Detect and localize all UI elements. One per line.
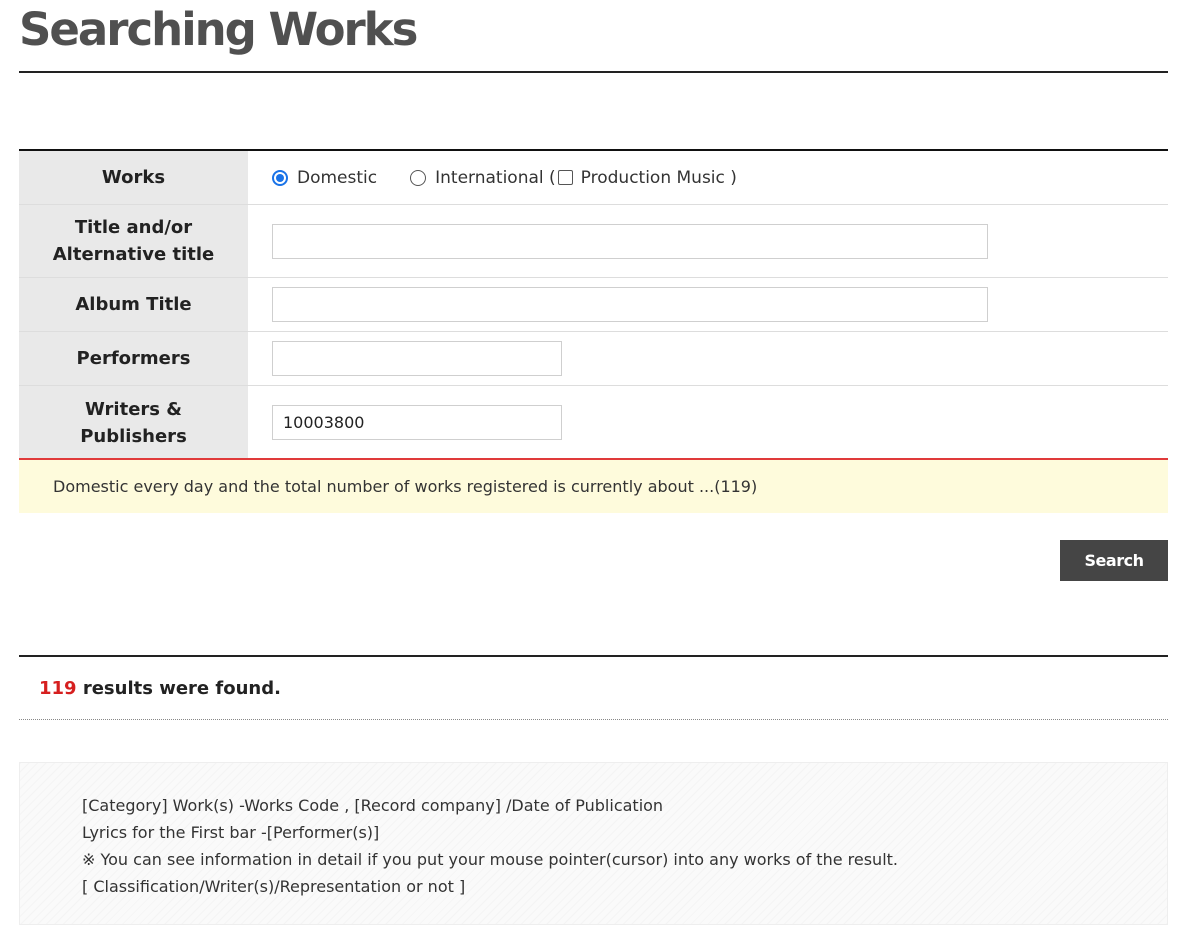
works-radio-group: Domestic International ( Production Musi… <box>272 168 737 188</box>
title-row: Title and/or Alternative title <box>19 205 1168 278</box>
results-divider <box>19 655 1168 657</box>
legend-line: [ Classification/Writer(s)/Representatio… <box>82 877 466 896</box>
legend-box: [Category] Work(s) -Works Code , [Record… <box>19 762 1168 925</box>
works-label: Works <box>19 151 248 204</box>
title-input[interactable] <box>272 223 988 259</box>
legend-line: [Category] Work(s) -Works Code , [Record… <box>82 796 664 815</box>
international-option[interactable]: International ( <box>410 168 556 188</box>
legend-line: ※ You can see information in detail if y… <box>82 850 898 869</box>
works-field: Domestic International ( Production Musi… <box>248 151 1168 204</box>
title-label: Title and/or Alternative title <box>19 205 248 277</box>
title-divider <box>19 71 1168 73</box>
title-label-line1: Title and/or <box>74 217 193 238</box>
domestic-radio[interactable] <box>272 169 288 186</box>
legend-line: Lyrics for the First bar -[Performer(s)] <box>82 823 380 842</box>
writers-field <box>248 386 1168 459</box>
production-music-label[interactable]: Production Music ) <box>581 168 737 188</box>
works-row: Works Domestic International ( Productio… <box>19 151 1168 205</box>
title-field <box>248 205 1168 277</box>
results-summary: 119 results were found. <box>39 676 281 702</box>
domestic-label[interactable]: Domestic <box>297 168 377 188</box>
performers-input[interactable] <box>272 341 562 376</box>
performers-field <box>248 332 1168 385</box>
page-title: Searching Works <box>19 3 418 56</box>
album-field <box>248 278 1168 331</box>
production-music-checkbox[interactable] <box>557 170 573 185</box>
notice-text: Domestic every day and the total number … <box>53 477 758 496</box>
title-label-line2: Alternative title <box>52 244 215 265</box>
writers-label-line2: Publishers <box>80 425 187 447</box>
page: Searching Works Works Domestic Internati… <box>0 0 1200 925</box>
notice-banner: Domestic every day and the total number … <box>19 458 1168 513</box>
writers-publishers-input[interactable] <box>272 405 562 440</box>
production-music-option[interactable]: Production Music ) <box>556 168 737 188</box>
writers-label-line1: Writers & <box>85 398 182 420</box>
international-radio[interactable] <box>410 169 427 186</box>
domestic-option[interactable]: Domestic <box>272 168 377 188</box>
album-row: Album Title <box>19 278 1168 332</box>
search-button[interactable]: Search <box>1060 540 1168 581</box>
writers-row: Writers & Publishers <box>19 386 1168 459</box>
results-count: 119 <box>39 678 77 699</box>
results-dotted-divider <box>19 719 1168 720</box>
album-title-input[interactable] <box>272 287 988 322</box>
album-label: Album Title <box>19 278 248 331</box>
writers-label: Writers & Publishers <box>19 386 248 459</box>
results-text: results were found. <box>76 678 281 699</box>
performers-label: Performers <box>19 332 248 385</box>
search-form: Works Domestic International ( Productio… <box>19 149 1168 459</box>
performers-row: Performers <box>19 332 1168 386</box>
international-label[interactable]: International ( <box>435 168 556 188</box>
